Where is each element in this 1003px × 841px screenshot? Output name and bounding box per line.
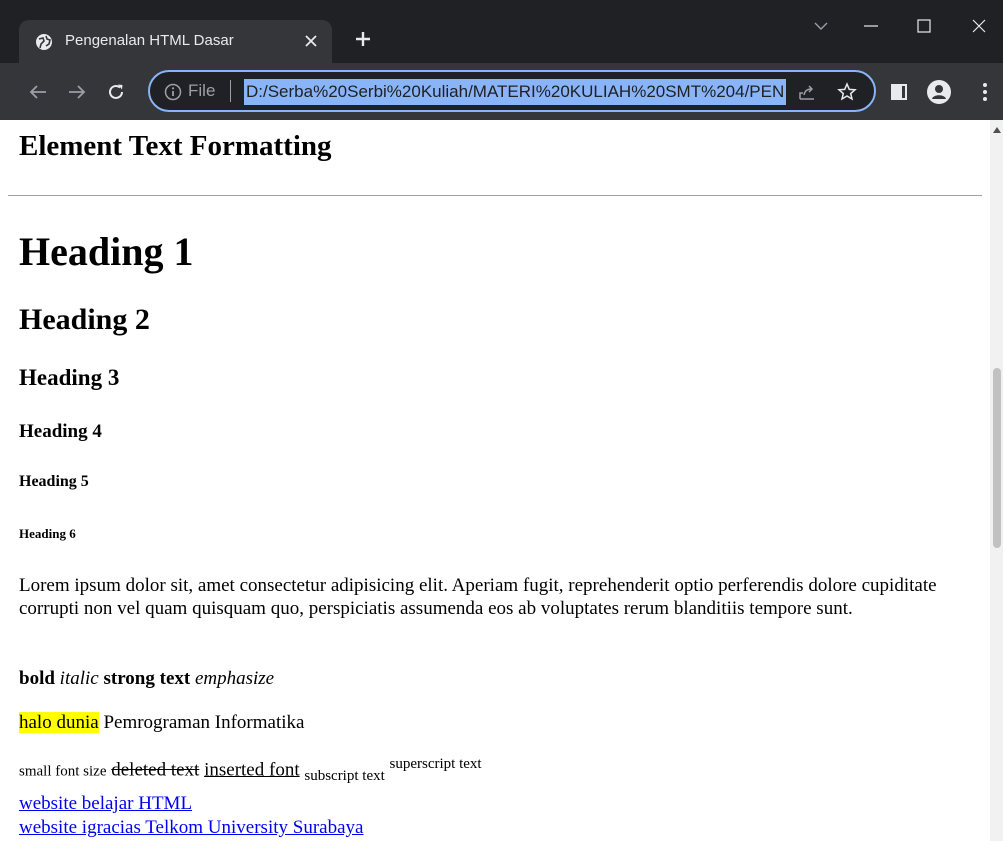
page-content: Element Text Formatting Heading 1 Headin… <box>0 120 990 841</box>
heading-2: Heading 2 <box>19 303 150 336</box>
deleted-text: deleted text <box>111 759 200 781</box>
globe-icon <box>35 33 53 51</box>
small-text: small font size <box>19 763 107 780</box>
forward-arrow-icon[interactable] <box>62 77 92 107</box>
lorem-paragraph: Lorem ipsum dolor sit, amet consectetur … <box>19 575 937 619</box>
highlighted-text: halo dunia <box>19 712 99 733</box>
heading-6: Heading 6 <box>19 526 76 541</box>
heading-5: Heading 5 <box>19 473 89 490</box>
minimize-icon[interactable] <box>856 14 886 38</box>
superscript-text: superscript text <box>389 756 482 772</box>
plain-text: Pemrograman Informatika <box>103 712 305 733</box>
inserted-text: inserted font <box>204 759 300 781</box>
marked-row: halo dunia Pemrograman Informatika <box>19 712 304 734</box>
subscript-text: subscript text <box>304 768 385 785</box>
italic-text: italic <box>59 668 99 689</box>
link-belajar-html[interactable]: website belajar HTML <box>19 793 192 815</box>
close-tab-icon[interactable] <box>300 30 322 52</box>
tab-title: Pengenalan HTML Dasar <box>65 32 234 49</box>
bookmark-star-icon[interactable] <box>836 81 858 103</box>
browser-toolbar: File D:/Serba%20Serbi%20Kuliah/MATERI%20… <box>0 63 1003 120</box>
tab-search-chevron-icon[interactable] <box>806 14 836 38</box>
address-bar[interactable]: File D:/Serba%20Serbi%20Kuliah/MATERI%20… <box>148 70 876 112</box>
url-text[interactable]: D:/Serba%20Serbi%20Kuliah/MATERI%20KULIA… <box>244 79 787 105</box>
new-tab-icon[interactable] <box>350 26 376 52</box>
more-menu-icon[interactable] <box>970 77 1000 107</box>
heading-3: Heading 3 <box>19 365 120 390</box>
browser-tab[interactable]: Pengenalan HTML Dasar <box>19 20 332 63</box>
misc-formatting-row: small font size deleted text inserted fo… <box>19 756 482 790</box>
side-panel-icon[interactable] <box>884 77 914 107</box>
info-icon[interactable] <box>164 83 182 101</box>
back-arrow-icon[interactable] <box>23 77 53 107</box>
scroll-up-arrow-icon[interactable] <box>993 127 1001 133</box>
scrollbar-thumb[interactable] <box>993 368 1001 548</box>
tab-strip: Pengenalan HTML Dasar <box>0 0 1003 63</box>
horizontal-rule <box>8 195 982 196</box>
heading-4: Heading 4 <box>19 421 102 442</box>
share-icon[interactable] <box>796 81 818 103</box>
reload-icon[interactable] <box>101 77 131 107</box>
strong-text: strong text <box>103 668 191 689</box>
close-window-icon[interactable] <box>964 14 994 38</box>
section-title: Element Text Formatting <box>19 130 332 162</box>
maximize-icon[interactable] <box>909 14 939 38</box>
link-igracias[interactable]: website igracias Telkom University Surab… <box>19 817 363 839</box>
divider <box>230 80 231 102</box>
heading-1: Heading 1 <box>19 229 194 274</box>
bold-text: bold <box>19 668 55 689</box>
scheme-label: File <box>188 81 216 100</box>
emphasize-text: emphasize <box>194 668 275 689</box>
profile-avatar-icon[interactable] <box>924 77 954 107</box>
formatting-row: bold italic strong text emphasize <box>19 668 274 690</box>
